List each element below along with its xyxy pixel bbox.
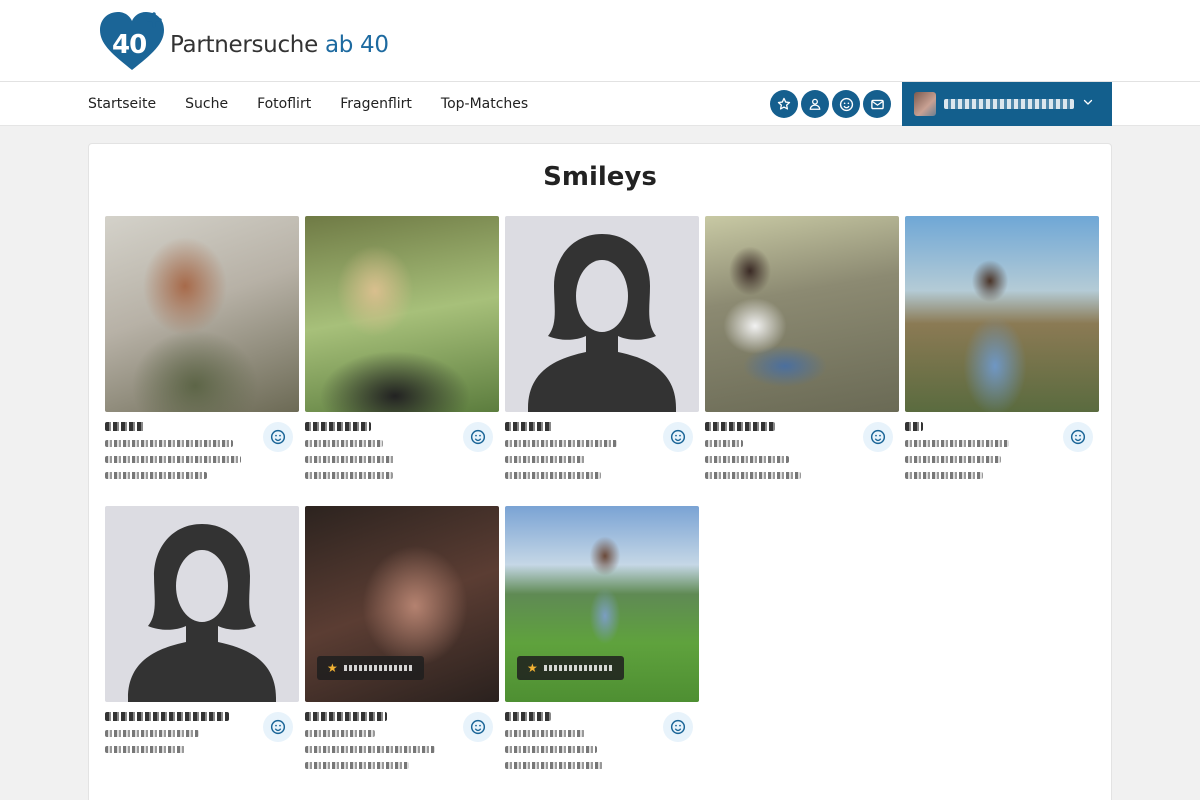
send-smiley-button[interactable] — [863, 422, 893, 452]
favorites-button[interactable] — [770, 90, 798, 118]
smiley-icon — [839, 97, 853, 111]
star-icon: ★ — [327, 661, 338, 675]
profile-card[interactable]: ★ — [505, 506, 699, 796]
smiley-icon — [470, 719, 486, 735]
smiley-icon — [670, 429, 686, 445]
star-icon — [777, 97, 791, 110]
send-smiley-button[interactable] — [263, 712, 293, 742]
user-avatar — [914, 92, 936, 116]
user-icon — [809, 98, 821, 110]
profile-photo[interactable] — [305, 216, 499, 412]
premium-badge: ★ — [317, 656, 424, 680]
smiley-icon — [870, 429, 886, 445]
profile-photo[interactable] — [105, 216, 299, 412]
female-silhouette-icon — [528, 234, 676, 412]
profile-card[interactable] — [105, 216, 299, 506]
profile-info — [305, 422, 455, 488]
profile-info — [505, 712, 655, 778]
female-silhouette-icon — [128, 524, 276, 702]
profile-card[interactable] — [705, 216, 899, 506]
site-name-part2: ab 40 — [324, 32, 389, 58]
profile-photo-placeholder[interactable] — [105, 506, 299, 702]
profile-info — [905, 422, 1055, 488]
profile-info — [105, 422, 255, 488]
page-title: Smileys — [543, 162, 657, 192]
profile-photo[interactable] — [905, 216, 1099, 412]
smiley-icon — [270, 719, 286, 735]
smiley-icon — [1070, 429, 1086, 445]
user-name-obscured — [944, 99, 1074, 109]
profile-photo[interactable] — [705, 216, 899, 412]
mail-icon — [870, 99, 884, 109]
site-name-part1: Partnersuche — [170, 32, 318, 58]
heart-logo-icon: 40 — [100, 10, 166, 74]
send-smiley-button[interactable] — [663, 712, 693, 742]
profile-photo[interactable]: ★ — [305, 506, 499, 702]
send-smiley-button[interactable] — [463, 712, 493, 742]
main-nav: Startseite Suche Fotoflirt Fragenflirt T… — [0, 82, 1200, 126]
site-name: Partnersuche ab 40 — [170, 32, 389, 58]
profile-card[interactable] — [305, 216, 499, 506]
nav-link-fragenflirt[interactable]: Fragenflirt — [340, 96, 412, 112]
profile-card[interactable] — [105, 506, 299, 796]
send-smiley-button[interactable] — [663, 422, 693, 452]
nav-link-suche[interactable]: Suche — [185, 96, 228, 112]
site-logo[interactable]: 40 Partnersuche ab 40 — [100, 10, 389, 74]
smiley-icon — [470, 429, 486, 445]
profile-photo[interactable]: ★ — [505, 506, 699, 702]
send-smiley-button[interactable] — [263, 422, 293, 452]
smileys-panel: Smileys ★ ★ — [88, 143, 1112, 800]
profile-visitors-button[interactable] — [801, 90, 829, 118]
profile-card[interactable] — [505, 216, 699, 506]
logo-number: 40 — [112, 30, 147, 60]
nav-link-top-matches[interactable]: Top-Matches — [441, 96, 528, 112]
send-smiley-button[interactable] — [1063, 422, 1093, 452]
profile-info — [105, 712, 255, 762]
profile-info — [705, 422, 855, 488]
nav-icon-group — [770, 90, 891, 118]
send-smiley-button[interactable] — [463, 422, 493, 452]
smileys-button[interactable] — [832, 90, 860, 118]
profile-card[interactable]: ★ — [305, 506, 499, 796]
messages-button[interactable] — [863, 90, 891, 118]
smiley-icon — [670, 719, 686, 735]
profile-info — [305, 712, 455, 778]
smiley-icon — [270, 429, 286, 445]
nav-links: Startseite Suche Fotoflirt Fragenflirt T… — [88, 82, 528, 126]
profile-photo-placeholder[interactable] — [505, 216, 699, 412]
profile-card[interactable] — [905, 216, 1099, 506]
premium-badge: ★ — [517, 656, 624, 680]
star-icon: ★ — [527, 661, 538, 675]
chevron-down-icon — [1083, 99, 1093, 105]
header: 40 Partnersuche ab 40 — [0, 0, 1200, 82]
user-menu-dropdown[interactable] — [902, 82, 1112, 126]
nav-link-startseite[interactable]: Startseite — [88, 96, 156, 112]
profile-info — [505, 422, 655, 488]
nav-link-fotoflirt[interactable]: Fotoflirt — [257, 96, 311, 112]
